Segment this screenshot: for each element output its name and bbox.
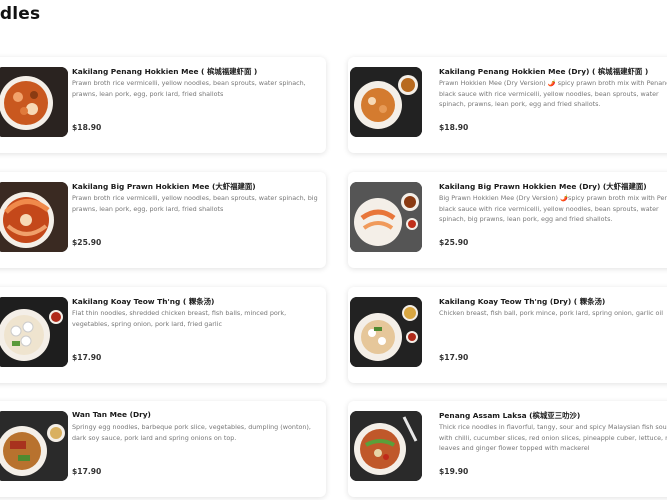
food-photo [0,411,68,481]
food-photo [350,182,422,252]
item-name: Kakilang Penang Hokkien Mee ( 槟城福建虾面 ) [72,67,258,76]
food-photo [350,67,422,137]
item-price: $17.90 [72,467,102,476]
menu-item-card[interactable]: Kakilang Big Prawn Hokkien Mee (大虾福建面) P… [0,172,326,268]
item-price: $19.90 [439,467,469,476]
food-photo [350,297,422,367]
item-price: $17.90 [72,353,102,362]
menu-item-card[interactable]: Wan Tan Mee (Dry) Springy egg noodles, b… [0,401,326,497]
item-name: Kakilang Big Prawn Hokkien Mee (大虾福建面) [72,182,256,191]
menu-item-card[interactable]: Kakilang Koay Teow Th'ng ( 粿条汤) Flat thi… [0,287,326,383]
item-description: Thick rice noodles in flavorful, tangy, … [439,423,667,452]
item-description: Prawn broth rice vermicelli, yellow nood… [72,194,318,213]
item-name: Wan Tan Mee (Dry) [72,410,151,419]
item-price: $18.90 [72,123,102,132]
item-price: $25.90 [439,238,469,247]
item-name: Penang Assam Laksa (槟城亚三叻沙) [439,411,581,420]
item-description: Prawn broth rice vermicelli, yellow nood… [72,79,306,98]
item-description: Flat thin noodles, shredded chicken brea… [72,309,287,328]
item-name: Kakilang Big Prawn Hokkien Mee (Dry) (大虾… [439,182,647,191]
item-name: Kakilang Koay Teow Th'ng ( 粿条汤) [72,297,215,306]
item-description: Chicken breast, fish ball, pork mince, p… [439,309,663,317]
item-price: $25.90 [72,238,102,247]
item-price: $17.90 [439,353,469,362]
food-photo [0,297,68,367]
item-description: Springy egg noodles, barbeque pork slice… [72,423,311,442]
section-title: odles [0,4,41,24]
food-photo [0,67,68,137]
menu-item-card[interactable]: Penang Assam Laksa (槟城亚三叻沙) Thick rice n… [348,401,667,497]
item-description: Big Prawn Hokkien Mee (Dry Version) 🌶️sp… [439,194,667,223]
item-name: Kakilang Penang Hokkien Mee (Dry) ( 槟城福建… [439,67,649,76]
menu-item-card[interactable]: Kakilang Big Prawn Hokkien Mee (Dry) (大虾… [348,172,667,268]
item-price: $18.90 [439,123,469,132]
menu-item-card[interactable]: Kakilang Penang Hokkien Mee ( 槟城福建虾面 ) P… [0,57,326,153]
food-photo [350,411,422,481]
menu-item-card[interactable]: Kakilang Koay Teow Th'ng (Dry) ( 粿条汤) Ch… [348,287,667,383]
food-photo [0,182,68,252]
item-name: Kakilang Koay Teow Th'ng (Dry) ( 粿条汤) [439,297,606,306]
item-description: Prawn Hokkien Mee (Dry Version) 🌶️ spicy… [439,79,667,108]
menu-item-card[interactable]: Kakilang Penang Hokkien Mee (Dry) ( 槟城福建… [348,57,667,153]
